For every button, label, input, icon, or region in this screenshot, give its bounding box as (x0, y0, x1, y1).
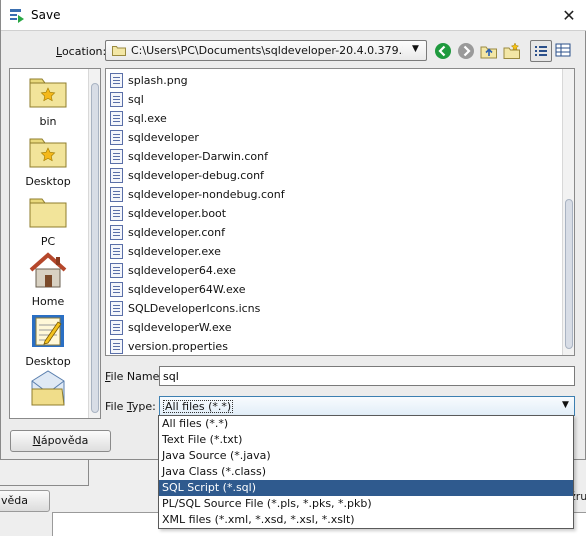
file-icon (110, 339, 123, 354)
file-list: splash.png sql sql.exe sqldeveloper sqldevel… (105, 68, 575, 356)
file-name: sqldeveloper64W.exe (128, 283, 246, 296)
list-view-button[interactable] (530, 40, 552, 62)
file-type-option[interactable]: Text File (*.txt) (159, 432, 573, 448)
app-icon (10, 9, 24, 23)
file-type-option[interactable]: All files (*.*) (159, 416, 573, 432)
file-name: sqldeveloperW.exe (128, 321, 232, 334)
location-label: Location: (56, 45, 106, 58)
file-name: sqldeveloper.conf (128, 226, 225, 239)
sidebar-item-desktop[interactable]: Desktop (10, 313, 86, 368)
back-icon[interactable] (434, 42, 452, 60)
sidebar-item-label: PC (40, 235, 56, 248)
file-icon (110, 73, 123, 88)
file-icon (110, 206, 123, 221)
file-icon (110, 301, 123, 316)
background-help-button[interactable]: věda (0, 490, 50, 512)
file-name: sqldeveloper (128, 131, 199, 144)
file-type-option[interactable]: Java Class (*.class) (159, 464, 573, 480)
file-name: sqldeveloper.exe (128, 245, 221, 258)
file-icon (110, 130, 123, 145)
file-name-label-text: ile Name: (110, 370, 164, 383)
file-icon (110, 187, 123, 202)
sidebar-item-bin[interactable]: bin (10, 75, 86, 128)
sidebar-item-label: Desktop (25, 355, 71, 368)
favorite-folder-icon (29, 78, 67, 108)
new-folder-icon[interactable] (503, 42, 521, 60)
location-label-text: ocation: (61, 45, 107, 58)
sidebar-scrollbar-thumb[interactable] (91, 83, 99, 413)
file-type-label: File Type: (105, 400, 156, 413)
notepad-icon (32, 315, 64, 347)
folder-icon (112, 46, 126, 56)
mail-folder-icon (31, 370, 65, 406)
file-list-scrollbar[interactable] (562, 69, 574, 355)
sidebar-item-pc[interactable]: PC (10, 195, 86, 248)
file-name: sqldeveloper.boot (128, 207, 227, 220)
details-view-icon (555, 43, 571, 57)
sidebar-item-network[interactable] (10, 369, 86, 415)
file-icon (110, 92, 123, 107)
location-combobox[interactable]: C:\Users\PC\Documents\sqldeveloper-20.4.… (105, 40, 427, 61)
sidebar-item-label: Home (31, 295, 65, 308)
file-type-combobox[interactable]: All files (*.*) ▼ (159, 396, 575, 416)
file-name: sqldeveloper-debug.conf (128, 169, 264, 182)
file-type-label-pre: File (105, 400, 127, 413)
file-name: sql (128, 93, 144, 106)
sidebar-scrollbar[interactable] (88, 69, 100, 418)
file-icon (110, 263, 123, 278)
places-sidebar: bin Desktop PC Home Desktop (9, 68, 101, 419)
chevron-down-icon: ▼ (412, 44, 419, 54)
help-button[interactable]: Nápověda (10, 430, 111, 452)
file-type-option[interactable]: PL/SQL Source File (*.pls, *.pks, *.pkb) (159, 496, 573, 512)
file-icon (110, 149, 123, 164)
file-type-option[interactable]: XML files (*.xml, *.xsd, *.xsl, *.xslt) (159, 512, 573, 528)
file-icon (110, 111, 123, 126)
file-type-option[interactable]: SQL Script (*.sql) (159, 480, 573, 496)
file-type-dropdown-list: All files (*.*) Text File (*.txt) Java Sou… (158, 415, 574, 529)
background-divider (0, 485, 89, 486)
sidebar-item-home[interactable]: Home (10, 252, 86, 308)
close-button[interactable]: ✕ (559, 6, 579, 26)
file-list-scrollbar-thumb[interactable] (565, 199, 573, 349)
file-name: sqldeveloper64.exe (128, 264, 236, 277)
file-name: splash.png (128, 74, 188, 87)
folder-icon (29, 198, 67, 228)
background-divider (88, 460, 89, 486)
details-view-button[interactable] (553, 40, 575, 62)
file-type-value: All files (*.*) (163, 400, 234, 413)
file-name: SQLDeveloperIcons.icns (128, 302, 261, 315)
dialog-title: Save (31, 8, 61, 22)
sidebar-item-label: Desktop (25, 175, 71, 188)
file-icon (110, 244, 123, 259)
file-icon (110, 282, 123, 297)
chevron-down-icon: ▼ (562, 400, 569, 410)
file-name: sqldeveloper-nondebug.conf (128, 188, 285, 201)
file-name-input[interactable] (159, 366, 575, 386)
forward-icon[interactable] (457, 42, 475, 60)
sidebar-item-desktop[interactable]: Desktop (10, 135, 86, 188)
sidebar-item-label: bin (39, 115, 57, 128)
file-name: sql.exe (128, 112, 167, 125)
file-name-label: File Name: (105, 370, 163, 383)
title-bar: Save ✕ (1, 0, 586, 31)
help-button-mnemonic: N (32, 434, 41, 447)
file-type-label-text: ype: (131, 400, 156, 413)
file-icon (110, 225, 123, 240)
favorite-folder-icon (29, 138, 67, 168)
file-name: sqldeveloper-Darwin.conf (128, 150, 268, 163)
up-folder-icon[interactable] (480, 42, 498, 60)
file-type-option[interactable]: Java Source (*.java) (159, 448, 573, 464)
help-button-label: ápověda (40, 434, 89, 447)
file-icon (110, 320, 123, 335)
file-icon (110, 168, 123, 183)
save-dialog: Save ✕ Location: C:\Users\PC\Documents\s… (0, 0, 586, 460)
location-path: C:\Users\PC\Documents\sqldeveloper-20.4.… (131, 44, 403, 57)
list-view-icon (535, 46, 547, 56)
file-name: version.properties (128, 340, 228, 353)
home-icon (29, 252, 67, 288)
